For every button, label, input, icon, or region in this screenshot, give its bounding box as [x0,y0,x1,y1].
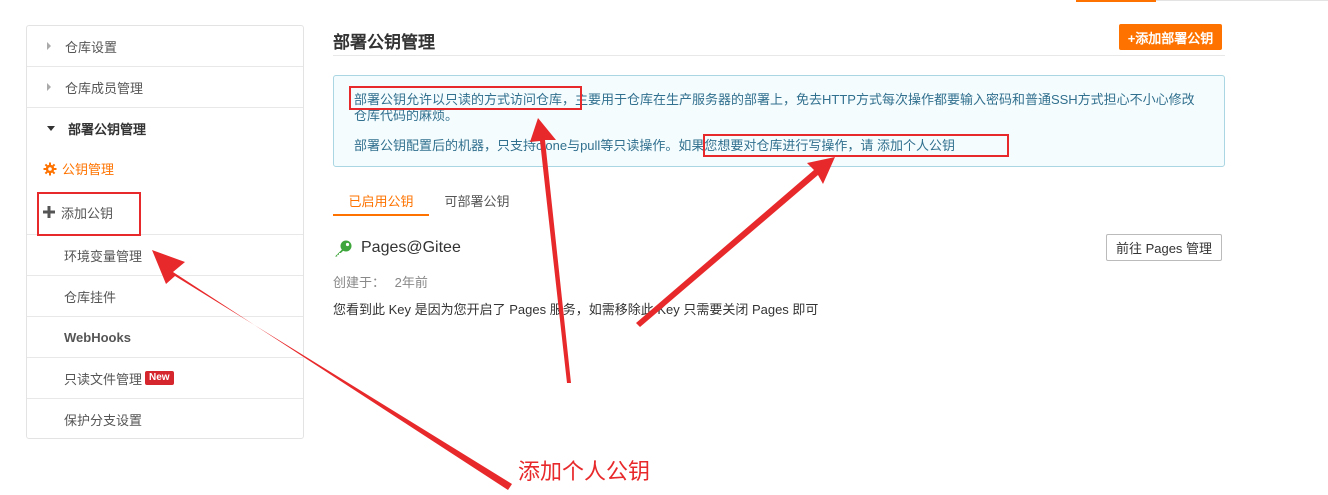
highlight-box-add-personal-key [703,134,1009,157]
sidebar-item-label: 仓库设置 [65,39,118,55]
highlight-box-readonly [349,86,582,110]
goto-pages-button[interactable]: 前往 Pages 管理 [1106,234,1222,261]
add-deploy-key-button[interactable]: +添加部署公钥 [1119,24,1222,50]
sidebar-item-env-vars[interactable]: 环境变量管理 [27,235,303,276]
sidebar-item-label: 仓库挂件 [64,289,117,305]
tab-deployable-keys[interactable]: 可部署公钥 [429,184,525,216]
sidebar-item-widgets[interactable]: 仓库挂件 [27,276,303,317]
top-divider [1156,0,1328,1]
sidebar-item-readonly-files[interactable]: 只读文件管理 New [27,358,303,399]
sidebar-item-label: 只读文件管理 [64,371,143,387]
caret-right-icon [47,83,51,91]
sidebar-item-protected-branches[interactable]: 保护分支设置 [27,399,303,440]
info-text: 部署公钥配置后的机器，只支持clone与pull等只读操作。 [354,138,679,153]
key-icon [335,240,352,257]
sidebar-item-label: 保护分支设置 [64,413,143,428]
deploy-key-name: Pages@Gitee [361,239,461,256]
sidebar-item-repo-settings[interactable]: 仓库设置 [27,26,303,67]
sidebar-item-webhooks[interactable]: WebHooks [27,317,303,358]
sidebar-item-label: 公钥管理 [62,162,115,177]
caret-down-icon [47,126,55,131]
sidebar-item-label: WebHooks [64,329,131,345]
sidebar-item-deploy-keys[interactable]: 部署公钥管理 [27,108,303,149]
caret-right-icon [47,42,51,50]
title-divider [333,55,1225,56]
top-accent-bar [1076,0,1156,2]
sidebar-item-key-management[interactable]: 公钥管理 [27,148,303,189]
tab-enabled-keys[interactable]: 已启用公钥 [333,184,429,216]
key-description: 您看到此 Key 是因为您开启了 Pages 服务，如需移除此 Key 只需要关… [333,302,819,317]
created-value: 2年前 [394,275,428,290]
sidebar-item-label: 环境变量管理 [64,248,143,264]
page-title: 部署公钥管理 [333,33,435,52]
created-info: 创建于： 2年前 [333,272,428,291]
annotation-label: 添加个人公钥 [518,460,651,485]
created-label: 创建于： [333,275,386,290]
sidebar-item-label: 仓库成员管理 [65,80,144,96]
highlight-box-add-key [37,192,141,236]
sidebar-item-label: 部署公钥管理 [68,122,147,137]
new-badge: New [145,371,174,385]
gear-icon [43,162,57,175]
sidebar-item-members[interactable]: 仓库成员管理 [27,67,303,108]
